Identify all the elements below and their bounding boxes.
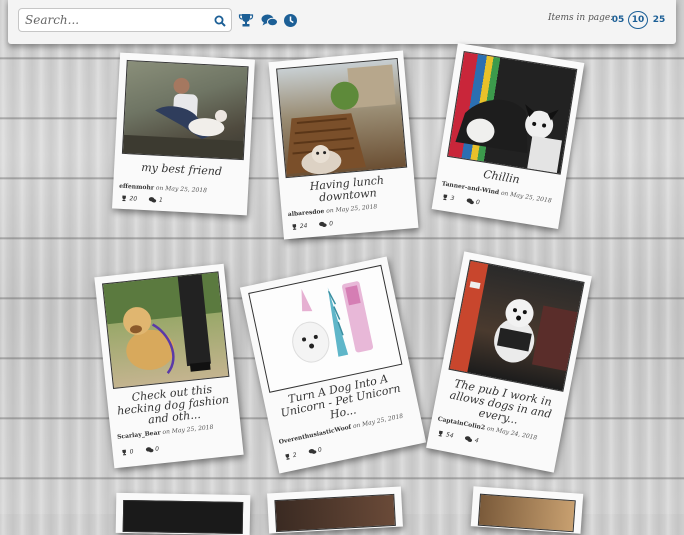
post-title[interactable]: my best friend bbox=[120, 161, 243, 179]
post-card-partial[interactable] bbox=[470, 486, 584, 534]
comments-icon bbox=[465, 436, 473, 443]
trophy-icon bbox=[443, 194, 448, 201]
post-card-partial[interactable] bbox=[267, 486, 403, 534]
post-date: May 25, 2018 bbox=[171, 423, 214, 436]
comments-icon bbox=[308, 449, 317, 454]
trophy-icon bbox=[122, 449, 127, 456]
post-card[interactable]: Check out this hecking dog fashion and o… bbox=[94, 263, 244, 469]
post-author[interactable]: Scarlay_Bear bbox=[117, 429, 161, 441]
post-photo bbox=[102, 271, 230, 389]
trophy-icon bbox=[292, 224, 297, 230]
post-card[interactable]: Chillin Tanner-and-Wind on May 25, 2018 … bbox=[431, 43, 585, 229]
post-photo bbox=[274, 493, 396, 533]
likes-count: 24 bbox=[299, 222, 308, 231]
comments-count: 1 bbox=[158, 196, 163, 204]
post-photo bbox=[122, 499, 244, 535]
post-stats: 54 4 bbox=[436, 430, 489, 447]
date-prefix: on bbox=[486, 425, 495, 434]
comments-icon[interactable] bbox=[261, 13, 278, 32]
search-box bbox=[18, 8, 232, 32]
post-stats: 3 0 bbox=[441, 193, 490, 207]
likes-count: 0 bbox=[129, 448, 134, 456]
post-stats: 24 0 bbox=[291, 219, 344, 231]
toolbar: Items in page: 05 10 25 bbox=[8, 0, 676, 44]
page-size-10[interactable]: 10 bbox=[628, 11, 648, 29]
comments-count: 0 bbox=[328, 220, 334, 228]
post-card[interactable]: Turn A Dog Into A Unicorn - Pet Unicorn … bbox=[239, 256, 427, 474]
comments-count: 4 bbox=[474, 436, 480, 445]
search-icon[interactable] bbox=[214, 12, 226, 31]
post-author[interactable]: albaresdoe bbox=[288, 208, 325, 218]
clock-icon[interactable] bbox=[283, 13, 298, 32]
post-stats: 2 0 bbox=[283, 444, 332, 461]
post-card[interactable]: Having lunch downtown albaresdoe on May … bbox=[268, 50, 419, 240]
comments-icon bbox=[466, 198, 474, 205]
likes-count: 2 bbox=[292, 451, 298, 460]
date-prefix: on bbox=[325, 207, 335, 215]
post-card[interactable]: my best friend effenmohr on May 25, 2018… bbox=[112, 52, 255, 216]
post-date: May 25, 2018 bbox=[335, 203, 378, 214]
post-card[interactable]: The pub I work in allows dogs in and eve… bbox=[426, 251, 592, 473]
likes-count: 54 bbox=[445, 431, 455, 440]
post-photo bbox=[447, 51, 578, 175]
post-photo bbox=[276, 57, 408, 179]
comments-icon bbox=[319, 221, 328, 227]
comments-count: 0 bbox=[317, 446, 323, 454]
date-prefix: on bbox=[352, 421, 362, 431]
search-input[interactable] bbox=[25, 11, 205, 28]
date-prefix: on bbox=[500, 189, 509, 198]
trophy-icon bbox=[122, 195, 126, 202]
trophy-icon bbox=[438, 430, 443, 437]
trophy-icon bbox=[285, 453, 290, 460]
post-meta: effenmohr on May 25, 2018 bbox=[119, 183, 244, 197]
post-photo bbox=[448, 259, 585, 392]
post-date: May 25, 2018 bbox=[165, 185, 208, 195]
post-date: May 25, 2018 bbox=[509, 191, 553, 205]
page-size-25[interactable]: 25 bbox=[649, 11, 669, 29]
comments-icon bbox=[149, 197, 157, 203]
date-prefix: on bbox=[155, 184, 164, 193]
comments-count: 0 bbox=[154, 445, 160, 453]
comments-count: 0 bbox=[475, 198, 481, 207]
post-author[interactable]: effenmohr bbox=[119, 183, 154, 192]
date-prefix: on bbox=[162, 428, 171, 437]
post-stats: 0 0 bbox=[120, 444, 169, 456]
post-photo bbox=[121, 59, 249, 161]
items-per-page-label: Items in page: bbox=[548, 13, 614, 23]
comments-icon bbox=[145, 447, 154, 453]
likes-count: 3 bbox=[449, 194, 455, 203]
post-stats: 20 1 bbox=[120, 195, 173, 205]
post-date: May 25, 2018 bbox=[361, 412, 404, 429]
likes-count: 20 bbox=[129, 195, 138, 203]
page-size-05[interactable]: 05 bbox=[608, 11, 628, 29]
trophy-icon[interactable] bbox=[238, 13, 254, 32]
post-photo bbox=[477, 493, 576, 533]
